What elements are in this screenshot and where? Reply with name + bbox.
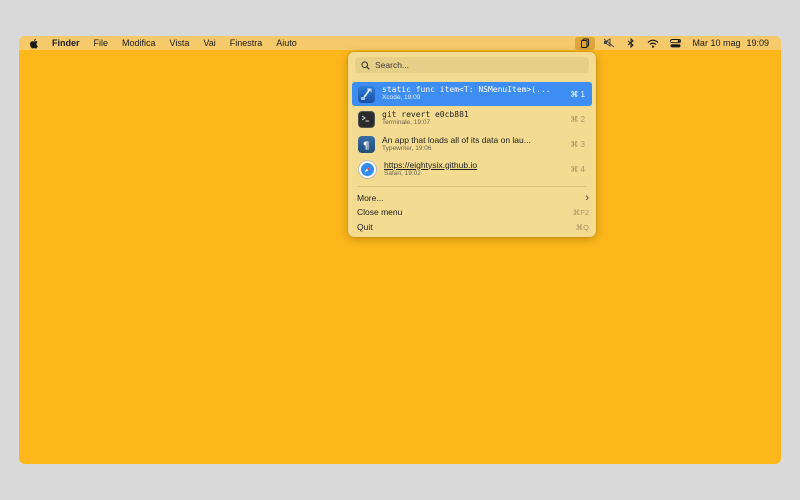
history-item-3[interactable]: ¶ An app that loads all of its data on l…: [352, 132, 592, 156]
control-center-icon[interactable]: [664, 36, 686, 50]
search-input[interactable]: Search...: [355, 57, 589, 73]
more-menu-item[interactable]: More... ›: [357, 191, 589, 205]
menu-vista[interactable]: Vista: [163, 38, 197, 48]
date-label: Mar 10 mag: [692, 38, 741, 48]
menu-file[interactable]: File: [87, 38, 116, 48]
item-shortcut: ⌘ 4: [570, 164, 585, 174]
close-menu-shortcut: ⌘F2: [572, 207, 589, 217]
item-title: static func item<T: NSMenuItem>(...: [382, 85, 551, 94]
item-shortcut: ⌘ 2: [570, 114, 585, 124]
apple-icon[interactable]: [19, 38, 45, 49]
menu-vai[interactable]: Vai: [196, 38, 222, 48]
time-label: 19:09: [746, 38, 769, 48]
menu-modifica[interactable]: Modifica: [115, 38, 163, 48]
xcode-icon: [358, 85, 375, 103]
menu-finder[interactable]: Finder: [45, 38, 87, 48]
menu-aiuto[interactable]: Aiuto: [269, 38, 304, 48]
typewriter-icon: ¶: [358, 135, 375, 153]
menu-divider: [357, 186, 587, 187]
item-subtitle: Xcode, 19:09: [382, 94, 421, 102]
clock[interactable]: Mar 10 mag 19:09: [686, 38, 781, 48]
menu-bar: Finder File Modifica Vista Vai Finestra …: [19, 36, 781, 50]
item-subtitle: Typewriter, 19:06: [382, 144, 432, 152]
close-menu-item[interactable]: Close menu ⌘F2: [357, 205, 589, 219]
history-item-1[interactable]: static func item<T: NSMenuItem>(... Xcod…: [352, 82, 592, 106]
quit-label: Quit: [357, 222, 373, 232]
chevron-right-icon: ›: [585, 192, 589, 204]
svg-text:¶: ¶: [363, 140, 369, 151]
wifi-icon[interactable]: [642, 36, 664, 50]
terminal-icon: [358, 110, 375, 128]
search-placeholder: Search...: [375, 60, 410, 70]
item-shortcut: ⌘ 1: [570, 89, 585, 99]
search-icon: [361, 60, 370, 70]
item-shortcut: ⌘ 3: [570, 139, 585, 149]
mute-icon[interactable]: [598, 36, 620, 50]
quit-shortcut: ⌘Q: [575, 222, 589, 232]
clipboard-icon[interactable]: [575, 36, 596, 50]
quit-menu-item[interactable]: Quit ⌘Q: [357, 220, 589, 234]
item-title: https://eightysix.github.io: [384, 160, 478, 170]
history-item-4[interactable]: https://eightysix.github.io Safari, 19:0…: [352, 157, 592, 181]
item-title: An app that loads all of its data on lau…: [382, 135, 531, 145]
item-subtitle: Terminale, 19:07: [382, 119, 431, 127]
menu-finestra[interactable]: Finestra: [223, 38, 270, 48]
item-subtitle: Safari, 19:02: [384, 169, 421, 177]
safari-icon: [358, 159, 377, 179]
clipboard-history-menu: Search... static func item<T: NSMenuItem…: [348, 52, 596, 237]
more-label: More...: [357, 193, 384, 203]
bluetooth-icon[interactable]: [620, 36, 642, 50]
item-title: git revert e0cb881: [382, 110, 469, 119]
history-item-2[interactable]: git revert e0cb881 Terminale, 19:07 ⌘ 2: [352, 107, 592, 131]
close-menu-label: Close menu: [357, 207, 403, 217]
